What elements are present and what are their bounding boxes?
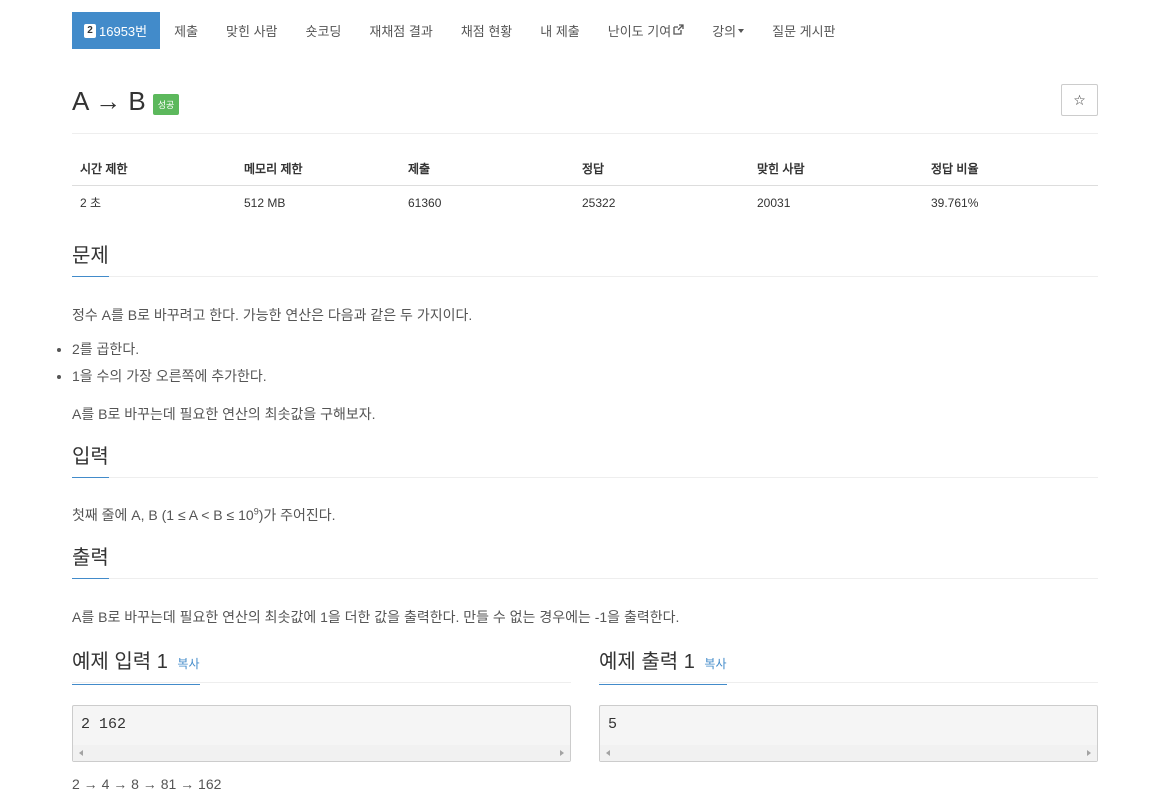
sample-output-scrollbar[interactable] — [600, 745, 1097, 761]
sample-input-heading: 예제 입력 1 복사 — [72, 649, 200, 685]
sample-input-title: 예제 입력 1 — [72, 651, 168, 673]
problem-info-table: 시간 제한 메모리 제한 제출 정답 맞힌 사람 정답 비율 2 초 512 M… — [72, 152, 1098, 219]
input-text-post: )가 주어진다. — [258, 507, 336, 523]
scroll-left-icon[interactable] — [79, 750, 83, 756]
tab-short-coding[interactable]: 숏코딩 — [292, 12, 356, 49]
input-section-title: 입력 — [72, 444, 109, 478]
scroll-right-icon[interactable] — [1087, 750, 1091, 756]
copy-input-link[interactable]: 복사 — [177, 657, 199, 671]
problem-section-header: 문제 — [72, 243, 1098, 277]
problem-title: A → B — [72, 86, 146, 116]
value-accept-ratio: 39.761% — [931, 195, 979, 210]
favorite-star-button[interactable]: ☆ — [1061, 84, 1098, 116]
tab-solved-users[interactable]: 맞힌 사람 — [212, 12, 291, 49]
sample-output-value: 5 — [608, 716, 618, 733]
info-value-row: 2 초 512 MB 61360 25322 20031 39.761% — [72, 186, 1098, 220]
scroll-right-icon[interactable] — [560, 750, 564, 756]
tab-submit[interactable]: 제출 — [160, 12, 212, 49]
sample-input-box: 2 162 — [72, 705, 571, 762]
sample-input-value: 2 162 — [81, 716, 127, 733]
tab-judge-status[interactable]: 채점 현황 — [447, 12, 526, 49]
header-accepted: 정답 — [574, 152, 749, 186]
sample-output-panel: 예제 출력 1 복사 5 — [599, 649, 1098, 762]
problem-description-2: A를 B로 바꾸는데 필요한 연산의 최솟값을 구해보자. — [72, 406, 376, 422]
list-item: 1을 수의 가장 오른쪽에 추가한다. — [72, 368, 267, 395]
input-section-header: 입력 — [72, 444, 1098, 478]
tier-badge-icon: 2 — [84, 23, 96, 38]
header-solved-users: 맞힌 사람 — [749, 152, 923, 186]
copy-output-link[interactable]: 복사 — [704, 657, 726, 671]
tab-lectures-dropdown[interactable]: 강의 — [698, 12, 758, 49]
tab-difficulty-contribution[interactable]: 난이도 기여 — [594, 12, 698, 49]
input-description: 첫째 줄에 A, B (1 ≤ A < B ≤ 109)가 주어진다. — [72, 505, 336, 525]
title-row: A → B 성공 ☆ — [72, 84, 1098, 134]
tab-qna-board[interactable]: 질문 게시판 — [758, 12, 849, 49]
difficulty-label: 난이도 기여 — [607, 24, 672, 39]
star-icon: ☆ — [1073, 91, 1086, 108]
status-badge: 성공 — [152, 94, 180, 115]
sample-input-panel: 예제 입력 1 복사 2 162 — [72, 649, 571, 762]
list-item: 2를 곱한다. — [72, 341, 267, 368]
problem-section-title: 문제 — [72, 243, 109, 277]
problem-number-label: 16953번 — [99, 24, 148, 39]
output-description: A를 B로 바꾸는데 필요한 연산의 최솟값에 1을 더한 값을 출력한다. 만… — [72, 609, 680, 625]
info-header-row: 시간 제한 메모리 제한 제출 정답 맞힌 사람 정답 비율 — [72, 152, 1098, 186]
value-accepted: 25322 — [582, 195, 616, 210]
problem-description: 정수 A를 B로 바꾸려고 한다. 가능한 연산은 다음과 같은 두 가지이다. — [72, 307, 473, 323]
header-accept-ratio: 정답 비율 — [923, 152, 1098, 186]
tab-my-submissions[interactable]: 내 제출 — [526, 12, 594, 49]
header-time-limit: 시간 제한 — [72, 152, 236, 186]
external-link-icon — [673, 23, 684, 38]
value-time-limit: 2 초 — [80, 196, 102, 210]
page-title: A → B 성공 — [72, 86, 180, 117]
output-section-header: 출력 — [72, 545, 1098, 579]
sample-input-header: 예제 입력 1 복사 — [72, 649, 571, 685]
sample-explanation: 2 → 4 → 8 → 81 → 162 — [72, 776, 222, 792]
header-memory-limit: 메모리 제한 — [236, 152, 400, 186]
value-solved-users: 20031 — [757, 195, 791, 210]
value-submissions: 61360 — [408, 195, 442, 210]
tab-problem-number[interactable]: 2 16953번 — [72, 12, 161, 49]
output-section-title: 출력 — [72, 545, 109, 579]
sample-output-box: 5 — [599, 705, 1098, 762]
value-memory-limit: 512 MB — [244, 195, 286, 210]
sample-input-scrollbar[interactable] — [73, 745, 570, 761]
sample-output-title: 예제 출력 1 — [599, 651, 695, 673]
sample-output-heading: 예제 출력 1 복사 — [599, 649, 727, 685]
problem-nav: 2 16953번 제출 맞힌 사람 숏코딩 재채점 결과 채점 현황 내 제출 … — [72, 12, 850, 49]
header-submissions: 제출 — [400, 152, 574, 186]
sample-output-header: 예제 출력 1 복사 — [599, 649, 1098, 685]
input-text-pre: 첫째 줄에 A, B (1 ≤ A < B ≤ 10 — [72, 507, 254, 523]
tab-rejudge-results[interactable]: 재채점 결과 — [355, 12, 446, 49]
lectures-label: 강의 — [712, 24, 737, 39]
scroll-left-icon[interactable] — [606, 750, 610, 756]
operations-list: 2를 곱한다. 1을 수의 가장 오른쪽에 추가한다. — [72, 341, 267, 395]
caret-down-icon — [738, 28, 745, 33]
